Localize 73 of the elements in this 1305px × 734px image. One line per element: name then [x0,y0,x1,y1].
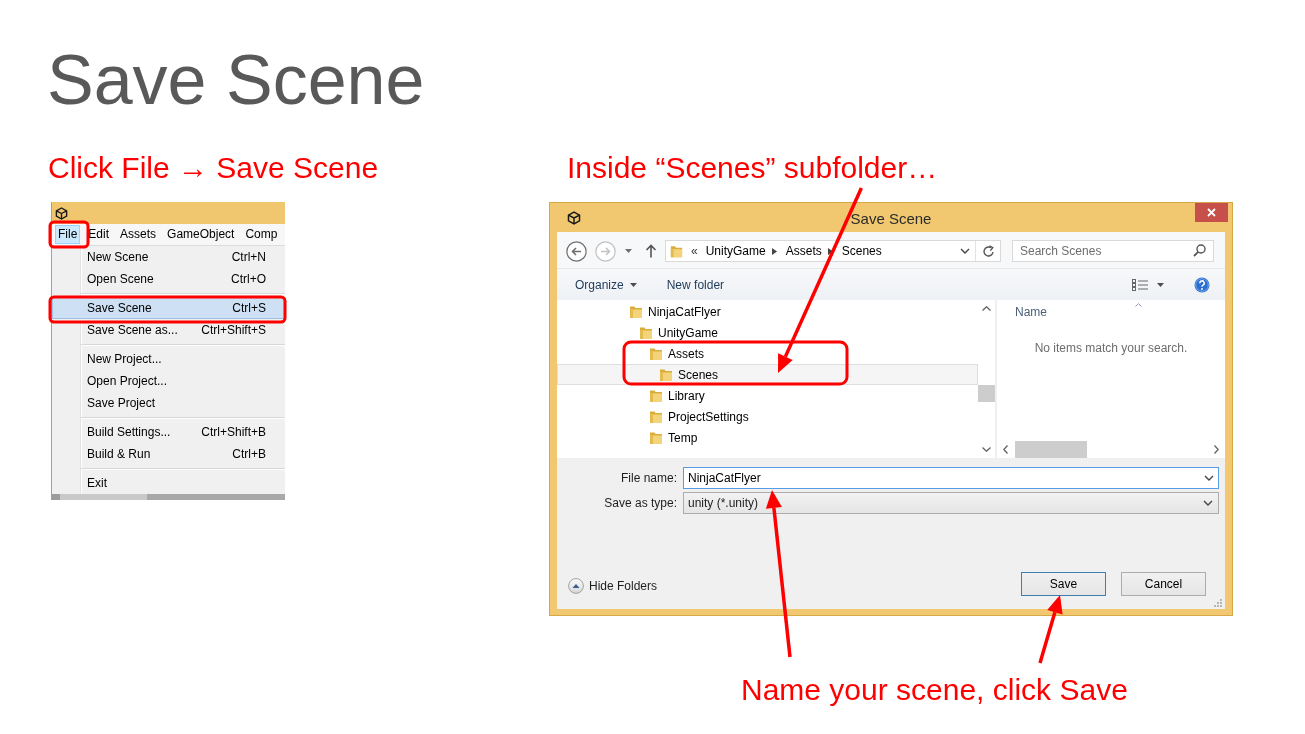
cube-logo-icon [567,211,581,225]
slide-title: Save Scene [47,45,425,115]
close-icon [1207,208,1216,217]
back-button[interactable] [566,240,587,262]
sort-caret-icon [1135,303,1142,307]
triangle-icon[interactable] [827,247,833,255]
menu-item[interactable]: Open Scene Ctrl+O [52,268,285,290]
menu-bar-item[interactable]: GameObject [164,225,238,244]
menu-item[interactable]: New Scene Ctrl+N [52,246,285,268]
menu-item[interactable]: Build & Run Ctrl+B [52,443,285,465]
menu-item[interactable]: New Project... [52,348,285,370]
hide-folders-button[interactable]: Hide Folders [568,578,658,594]
folder-icon [669,243,684,259]
chevron-down-icon [960,248,970,254]
refresh-icon [981,244,995,258]
chevron-down-icon [1204,475,1214,481]
new-folder-button[interactable]: New folder [660,272,731,297]
step-caption: Inside “Scenes” subfolder… [567,153,938,183]
caret-icon[interactable] [625,249,632,253]
tree-item[interactable]: Temp [557,427,978,448]
triangle-icon[interactable] [771,247,777,255]
tree-item[interactable]: UnityGame [557,322,978,343]
resize-grip-icon[interactable] [1214,599,1222,607]
overflow-marker[interactable]: « [691,244,698,258]
caret-icon [629,282,637,287]
empty-message: No items match your search. [1034,341,1188,355]
field-label: File name: [620,471,677,485]
tree-item[interactable]: Assets [557,343,978,364]
step-caption: Name your scene, click Save [741,675,1128,705]
tree-item[interactable]: NinjaCatFlyer [557,301,978,322]
file-type-select[interactable]: unity (*.unity) [683,492,1219,514]
tree-item[interactable]: Library [557,385,978,406]
chevron-right-icon[interactable] [1214,445,1219,454]
close-button[interactable] [1195,203,1228,222]
scrollbar-thumb[interactable] [1015,441,1087,458]
organize-button[interactable]: Organize [569,272,643,297]
search-field[interactable]: Search Scenes [1012,240,1214,262]
field-label: Save as type: [604,496,677,510]
file-name-field[interactable]: NinjaCatFlyer [683,467,1219,489]
up-arrow-icon[interactable] [645,244,657,258]
step-caption: Click File → Save Scene [48,153,379,183]
callout-box [48,220,90,249]
column-header[interactable]: Name [997,300,1047,325]
menu-bar-item[interactable]: Comp [242,225,281,244]
menu-item[interactable]: Exit [52,472,285,494]
tree-item[interactable]: Scenes [557,364,978,385]
breadcrumb-item[interactable]: Assets [785,244,822,258]
tree-item[interactable]: ProjectSettings [557,406,978,427]
dialog-button[interactable]: Cancel [1121,572,1206,596]
chevron-down-icon[interactable] [982,447,991,452]
menu-item[interactable]: Save Project [52,392,285,414]
address-bar[interactable]: « UnityGame Assets Scenes [665,240,1001,262]
menu-item[interactable]: Save Scene Ctrl+S [52,297,285,319]
dialog-button[interactable]: Save [1021,572,1106,596]
menu-bar-item[interactable]: Assets [117,225,160,244]
chevron-left-icon[interactable] [1003,445,1008,454]
search-icon [1193,244,1206,257]
menu-item[interactable]: Save Scene as... Ctrl+Shift+S [52,319,285,341]
cube-logo-icon [55,206,68,220]
menu-item[interactable]: Open Project... [52,370,285,392]
annotation-arrow [1038,595,1063,664]
menu-item[interactable]: Build Settings... Ctrl+Shift+B [52,421,285,443]
list-view-icon [1132,278,1148,291]
menu-bar-item[interactable]: Edit [85,225,113,244]
breadcrumb-item[interactable]: UnityGame [705,244,766,258]
chevron-down-icon [1203,500,1213,506]
scrollbar-thumb[interactable] [978,385,995,402]
dialog-title: Save Scene [850,211,932,226]
help-icon[interactable] [1194,276,1210,293]
chevron-up-icon[interactable] [982,306,991,311]
breadcrumb-item[interactable]: Scenes [841,244,882,258]
menu-bar-item[interactable]: File [55,225,81,244]
caret-icon [1157,282,1164,287]
